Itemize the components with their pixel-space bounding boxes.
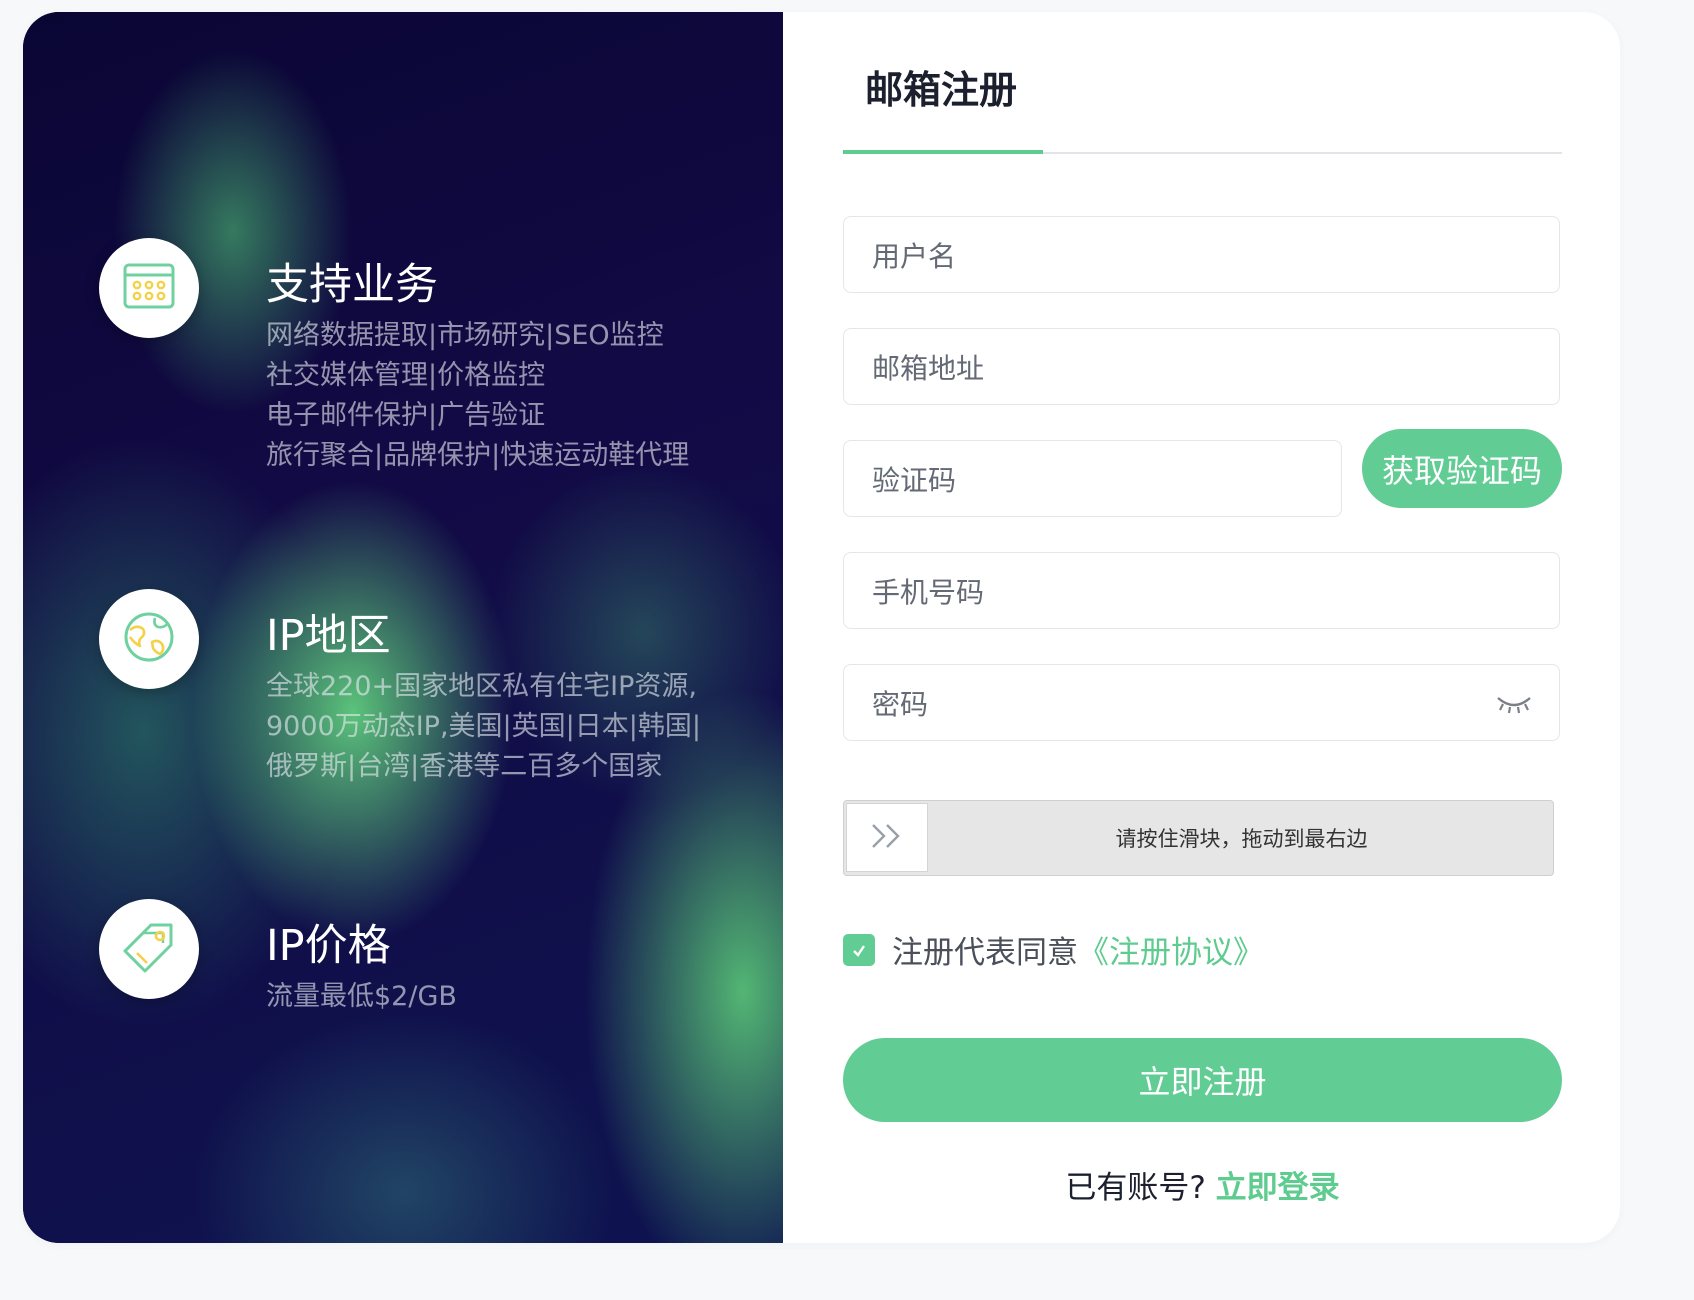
verification-code-placeholder: 验证码 [872, 463, 957, 497]
register-card: 支持业务 网络数据提取|市场研究|SEO监控 社交媒体管理|价格监控 电子邮件保… [23, 12, 1620, 1243]
checkmark-icon [850, 932, 868, 968]
phone-input[interactable]: 手机号码 [843, 552, 1560, 629]
register-form: 邮箱注册 用户名 邮箱地址 验证码 获取验证码 手机号码 密码 请按住滑块，拖动… [783, 12, 1620, 1243]
feature-region-desc: 全球220+国家地区私有住宅IP资源, 9000万动态IP,美国|英国|日本|韩… [266, 667, 701, 787]
username-placeholder: 用户名 [872, 239, 957, 273]
login-prompt: 已有账号? [1065, 1170, 1206, 1206]
feature-desc-line: 流量最低$2/GB [266, 981, 457, 1012]
feature-desc-line: 旅行聚合|品牌保护|快速运动鞋代理 [266, 440, 690, 471]
feature-region-title: IP地区 [266, 611, 391, 661]
eye-closed-icon[interactable] [1495, 691, 1533, 724]
email-placeholder: 邮箱地址 [872, 351, 985, 385]
register-button[interactable]: 立即注册 [843, 1038, 1562, 1122]
get-code-button[interactable]: 获取验证码 [1362, 429, 1562, 508]
verification-code-input[interactable]: 验证码 [843, 440, 1342, 517]
feature-region-icon-circle [99, 589, 199, 689]
tab-email-register[interactable]: 邮箱注册 [865, 59, 1017, 114]
tab-active-indicator [843, 150, 1043, 154]
feature-price-icon-circle [99, 899, 199, 999]
promo-panel: 支持业务 网络数据提取|市场研究|SEO监控 社交媒体管理|价格监控 电子邮件保… [23, 12, 783, 1243]
agreement-row: 注册代表同意 《注册协议》 [843, 927, 1264, 972]
feature-desc-line: 俄罗斯|台湾|香港等二百多个国家 [266, 751, 663, 782]
feature-business-desc: 网络数据提取|市场研究|SEO监控 社交媒体管理|价格监控 电子邮件保护|广告验… [266, 316, 689, 476]
feature-desc-line: 全球220+国家地区私有住宅IP资源, [266, 671, 697, 702]
username-input[interactable]: 用户名 [843, 216, 1560, 293]
globe-icon [122, 610, 176, 668]
feature-desc-line: 9000万动态IP,美国|英国|日本|韩国| [266, 711, 701, 742]
agree-checkbox[interactable] [843, 932, 875, 968]
double-chevron-right-icon [869, 821, 905, 855]
feature-business-icon-circle [99, 238, 199, 338]
agreement-text: 注册代表同意 [892, 935, 1078, 971]
feature-price-title: IP价格 [266, 921, 391, 971]
phone-placeholder: 手机号码 [872, 575, 985, 609]
login-row: 已有账号? 立即登录 [843, 1162, 1562, 1207]
feature-desc-line: 电子邮件保护|广告验证 [266, 400, 546, 431]
price-tag-icon [121, 919, 177, 979]
agreement-link[interactable]: 《注册协议》 [1078, 927, 1264, 972]
feature-desc-line: 网络数据提取|市场研究|SEO监控 [266, 320, 664, 351]
login-link[interactable]: 立即登录 [1216, 1170, 1340, 1206]
slider-hint: 请按住滑块，拖动到最右边 [1115, 827, 1368, 851]
email-input[interactable]: 邮箱地址 [843, 328, 1560, 405]
calendar-grid-icon [122, 259, 176, 317]
password-input[interactable]: 密码 [843, 664, 1560, 741]
feature-business-title: 支持业务 [266, 260, 438, 310]
password-placeholder: 密码 [872, 687, 929, 721]
feature-price-desc: 流量最低$2/GB [266, 977, 457, 1017]
slider-captcha: 请按住滑块，拖动到最右边 [843, 800, 1554, 876]
slider-handle[interactable] [846, 803, 928, 872]
feature-desc-line: 社交媒体管理|价格监控 [266, 360, 546, 391]
